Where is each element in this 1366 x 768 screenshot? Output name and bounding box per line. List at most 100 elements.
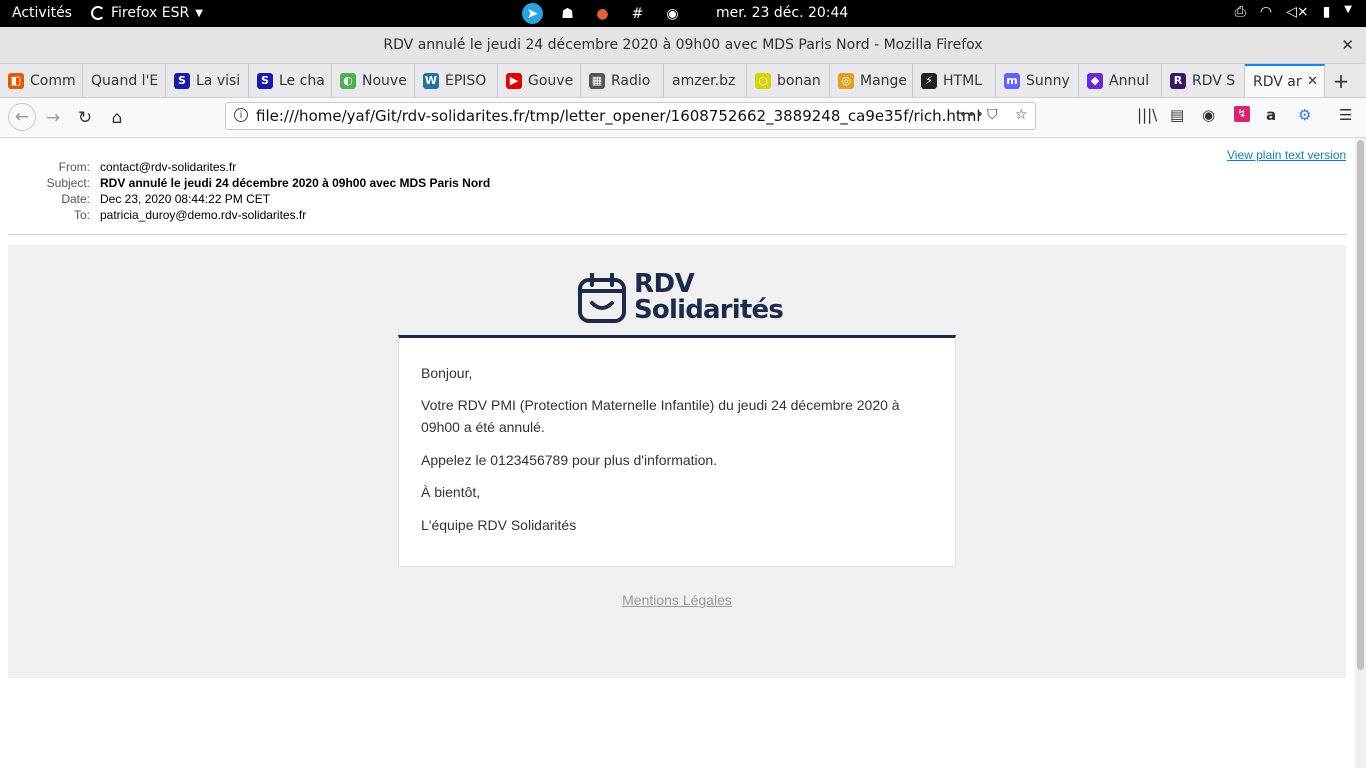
plain-text-link[interactable]: View plain text version [1227,148,1346,162]
activities-button[interactable]: Activités [12,5,72,21]
greeting: Bonjour, [421,365,473,381]
tab-4[interactable]: ◐ Nouve [332,64,415,97]
message-card: Bonjour, Votre RDV PMI (Protection Mater… [398,335,956,567]
firefox-icon [91,6,105,20]
email-body: RDV Solidarités Bonjour, Votre RDV PMI (… [8,245,1346,678]
pocket-icon[interactable]: ⛉ [987,107,998,123]
calendar-smile-icon [578,273,626,323]
tab-11[interactable]: ⚡ HTML [913,64,996,97]
tab-10[interactable]: ◎ Mange [830,64,913,97]
tab-5[interactable]: W ÉPISO [415,64,498,97]
subject-value: RDV annulé le jeudi 24 décembre 2020 à 0… [100,176,491,190]
tab-label: ÉPISO [445,72,487,89]
tab-label: La visi [196,72,241,89]
logo-line2: Solidarités [634,295,784,325]
legal-link[interactable]: Mentions Légales [8,592,1346,608]
tab-14[interactable]: R RDV S [1162,64,1245,97]
wifi-icon: ◠ [1259,4,1273,20]
from-value: contact@rdv-solidarites.fr [100,160,237,174]
slack-icon[interactable]: # [627,3,648,24]
tab-15[interactable]: RDV ar ✕ [1245,64,1325,97]
radio-icon: ▦ [589,72,605,89]
url-text[interactable]: file:///home/yaf/Git/rdv-solidarites.fr/… [256,107,981,125]
home-icon[interactable]: ⌂ [105,106,129,130]
tab-label: HTML [943,72,982,89]
tab-9[interactable]: ○ bonan [747,64,830,97]
bookmark-star-icon[interactable]: ☆ [1015,107,1028,123]
tab-7[interactable]: ▦ Radio [581,64,664,97]
mascot-icon[interactable]: ☗ [557,3,578,24]
email-headers: From: contact@rdv-solidarites.fr Subject:… [0,160,491,224]
gnome-top-bar: Activités Firefox ESR ▼ ➤ ☗ ● # ◉ mer. 2… [0,0,1366,27]
header-divider [8,234,1346,235]
from-label: From: [58,160,90,174]
tab-label: Nouve [362,72,407,89]
cancellation-message: Votre RDV PMI (Protection Maternelle Inf… [421,397,900,435]
tab-label: Mange [860,72,908,89]
tab-8[interactable]: amzer.bz [664,64,747,97]
amazon-icon[interactable]: a [1266,106,1276,124]
hamburger-menu-icon[interactable]: ☰ [1339,106,1352,124]
youtube-icon: ▶ [506,72,522,89]
tab-label: RDV ar [1253,73,1302,90]
sidebar-icon[interactable]: ▤ [1170,106,1184,124]
tab-label: Le cha [279,72,325,89]
tab-label: Radio [611,72,651,89]
tab-13[interactable]: ◆ Annul [1079,64,1162,97]
tab-12[interactable]: m Sunny [996,64,1079,97]
tab-1[interactable]: Quand l'E [83,64,166,97]
rdv-icon: R [1170,72,1186,89]
coin-icon: ◎ [838,72,854,89]
extension-icon[interactable]: ↯ [1234,106,1250,122]
to-label: To: [73,208,90,222]
tab-label: Gouve [528,72,574,89]
feed-icon: ◧ [8,72,24,89]
tab-label: Annul [1109,72,1150,89]
tab-label: amzer.bz [672,72,736,89]
window-close-icon[interactable]: ✕ [1341,36,1354,54]
mortarboard-icon: ◆ [1087,72,1103,89]
closing: À bientôt, [421,484,481,500]
tray-right[interactable]: ⎙ ◠ ◁× ▮ ▼ [1235,4,1352,20]
tab-3[interactable]: S Le cha [249,64,332,97]
tab-label: bonan [777,72,821,89]
account-icon[interactable]: ◉ [1202,106,1215,124]
forward-arrow-icon[interactable]: → [41,106,65,130]
battery-icon: ▮ [1322,4,1331,20]
more-actions-icon[interactable]: ••• [959,107,984,123]
url-bar[interactable]: i file:///home/yaf/Git/rdv-solidarites.f… [225,102,1036,130]
tab-close-icon[interactable]: ✕ [1307,74,1318,89]
library-icon[interactable]: |||\ [1137,106,1157,124]
vertical-scrollbar[interactable] [1355,138,1366,768]
app-menu[interactable]: Firefox ESR ▼ [91,5,203,21]
signature: L'équipe RDV Solidarités [421,517,577,533]
reload-icon[interactable]: ↻ [73,106,97,130]
tab-6[interactable]: ▶ Gouve [498,64,581,97]
info-icon[interactable]: i [234,108,248,122]
scrollbar-thumb[interactable] [1357,140,1364,670]
chevron-down-icon: ▼ [1344,4,1352,15]
to-value: patricia_duroy@demo.rdv-solidarites.fr [100,208,307,222]
leaf-icon: ◐ [340,72,356,89]
subject-label: Subject: [46,176,90,190]
volume-muted-icon: ◁× [1286,4,1309,20]
tab-label: RDV S [1192,72,1236,89]
call-message: Appelez le 0123456789 pour plus d'inform… [421,452,718,468]
s-icon: S [174,72,190,89]
back-arrow-icon[interactable]: ← [8,103,36,131]
discord-icon[interactable]: ◉ [662,3,683,24]
bubbles-icon[interactable]: ● [592,3,613,24]
chevron-down-icon: ▼ [195,7,203,19]
window-title: RDV annulé le jeudi 24 décembre 2020 à 0… [383,37,983,53]
app-name: Firefox ESR [111,5,190,21]
new-tab-plus-icon[interactable]: + [1325,64,1357,97]
tab-2[interactable]: S La visi [166,64,249,97]
date-value: Dec 23, 2020 08:44:22 PM CET [100,192,271,206]
clock[interactable]: mer. 23 déc. 20:44 [716,5,848,21]
telegram-icon[interactable]: ➤ [522,3,543,24]
navigation-toolbar: ← → ↻ ⌂ i file:///home/yaf/Git/rdv-solid… [0,98,1366,138]
ublock-icon[interactable]: ⚙ [1298,106,1311,124]
tab-0[interactable]: ◧ Comm [0,64,83,97]
window-titlebar: RDV annulé le jeudi 24 décembre 2020 à 0… [0,27,1366,64]
s-icon: S [257,72,273,89]
